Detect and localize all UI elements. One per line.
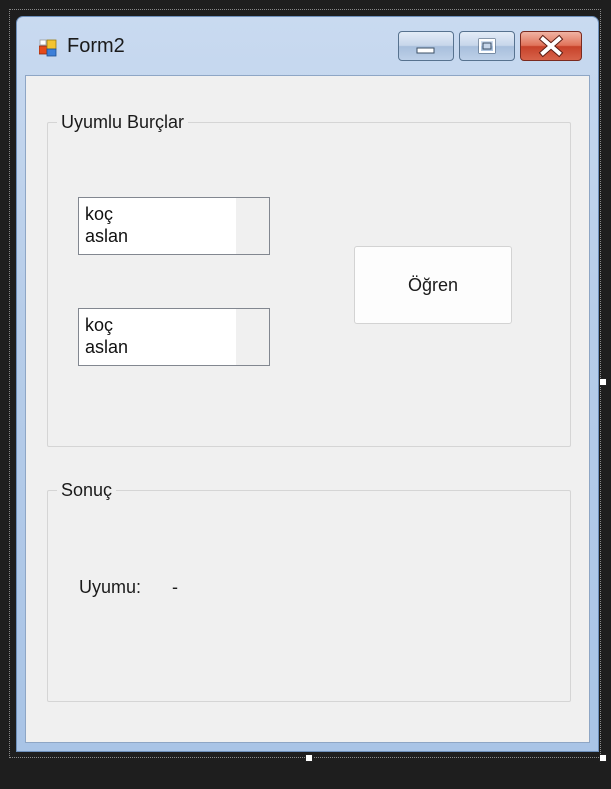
designer-surface: Form2 Uyumlu Burçlar koç aslan koç aslan… <box>0 0 611 789</box>
learn-button[interactable]: Öğren <box>354 246 512 324</box>
form-client-area: Uyumlu Burçlar koç aslan koç aslan Öğren… <box>25 75 590 743</box>
listbox-scrollbar[interactable] <box>236 309 269 365</box>
groupbox-compatible-signs-label: Uyumlu Burçlar <box>57 111 189 133</box>
form-window: Form2 Uyumlu Burçlar koç aslan koç aslan… <box>16 16 599 752</box>
list-item[interactable]: aslan <box>85 225 128 247</box>
maximize-button[interactable] <box>459 31 515 61</box>
resize-handle-bottom-right[interactable] <box>599 754 607 762</box>
list-item[interactable]: aslan <box>85 336 128 358</box>
minimize-button[interactable] <box>398 31 454 61</box>
listbox-scrollbar[interactable] <box>236 198 269 254</box>
title-bar[interactable]: Form2 <box>17 17 598 75</box>
groupbox-compatible-signs: Uyumlu Burçlar koç aslan koç aslan Öğren <box>47 111 571 447</box>
groupbox-result: Sonuç Uyumu: - <box>47 479 571 702</box>
compatibility-label: Uyumu: <box>79 577 142 597</box>
list-item[interactable]: koç <box>85 203 128 225</box>
form-app-icon <box>39 39 57 57</box>
caption-buttons <box>398 31 582 63</box>
close-icon <box>538 34 564 58</box>
groupbox-result-label: Sonuç <box>57 479 117 501</box>
list-item[interactable]: koç <box>85 314 128 336</box>
minimize-icon <box>416 47 435 54</box>
window-title: Form2 <box>67 35 125 57</box>
sign-listbox-1[interactable]: koç aslan <box>78 197 270 255</box>
resize-handle-bottom[interactable] <box>305 754 313 762</box>
compatibility-value: - <box>172 577 178 597</box>
sign-listbox-2[interactable]: koç aslan <box>78 308 270 366</box>
maximize-icon <box>478 38 496 54</box>
close-button[interactable] <box>520 31 582 61</box>
resize-handle-right[interactable] <box>599 378 607 386</box>
